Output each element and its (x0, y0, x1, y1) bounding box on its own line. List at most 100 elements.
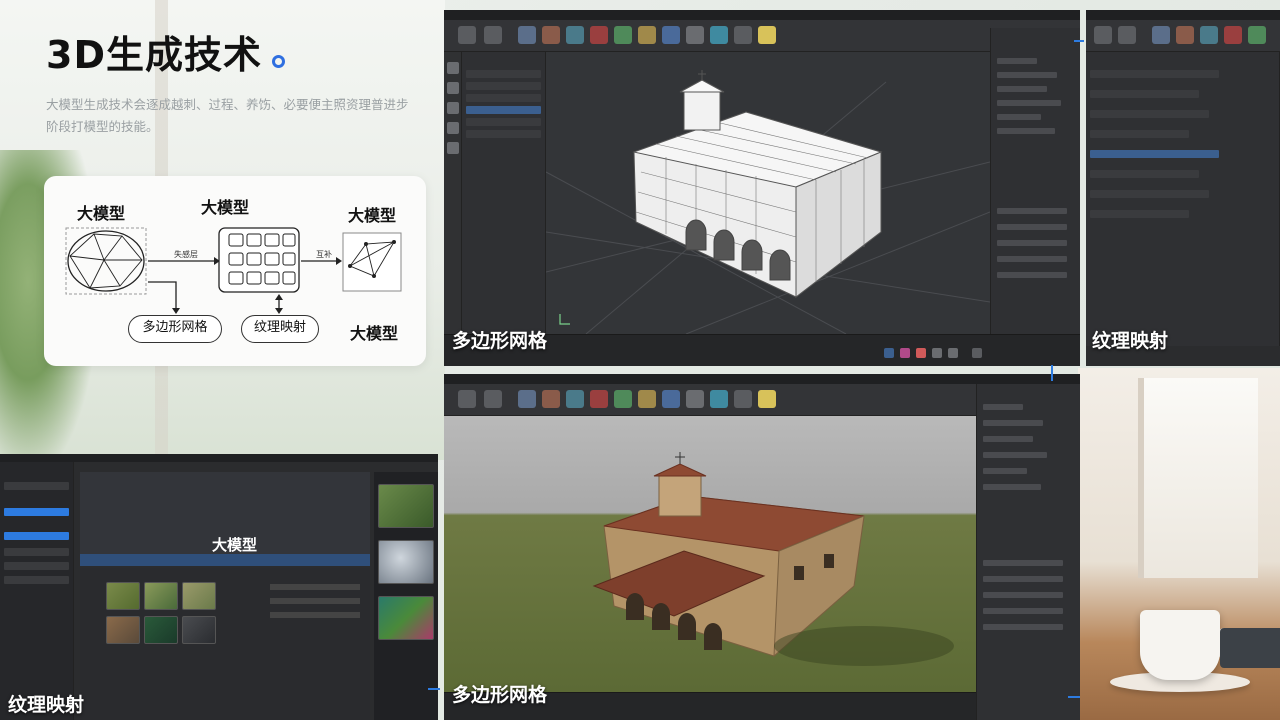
tool-icon[interactable] (1248, 26, 1266, 44)
tool-icon[interactable] (542, 390, 560, 408)
property-row[interactable] (983, 420, 1043, 426)
tool-icon[interactable] (758, 390, 776, 408)
tool-icon[interactable] (686, 26, 704, 44)
outliner-row[interactable] (466, 106, 541, 114)
property-row[interactable] (270, 598, 360, 604)
outliner-row[interactable] (1090, 210, 1189, 218)
property-row[interactable] (997, 100, 1061, 106)
layer-row[interactable] (4, 576, 69, 584)
playback-button[interactable] (884, 348, 894, 358)
property-row[interactable] (270, 584, 360, 590)
tool-icon[interactable] (638, 390, 656, 408)
tool-icon[interactable] (638, 26, 656, 44)
layer-row[interactable] (4, 548, 69, 556)
property-row[interactable] (983, 468, 1027, 474)
property-row[interactable] (983, 624, 1063, 630)
outliner-row[interactable] (1090, 70, 1219, 78)
tool-icon[interactable] (566, 26, 584, 44)
tool-icon[interactable] (518, 390, 536, 408)
tool-icon[interactable] (662, 26, 680, 44)
side-tool-icon[interactable] (447, 122, 459, 134)
tool-icon[interactable] (662, 390, 680, 408)
layer-row[interactable] (4, 508, 69, 516)
side-tool-icon[interactable] (447, 142, 459, 154)
outliner-row[interactable] (1090, 150, 1219, 158)
outliner-row[interactable] (1090, 90, 1199, 98)
tool-icon[interactable] (758, 26, 776, 44)
tool-icon[interactable] (614, 26, 632, 44)
layer-row[interactable] (4, 482, 69, 490)
outliner-row[interactable] (1090, 190, 1209, 198)
tool-icon[interactable] (710, 390, 728, 408)
property-row[interactable] (997, 86, 1047, 92)
preview-thumbnail[interactable] (378, 596, 434, 640)
property-row[interactable] (983, 436, 1033, 442)
tool-icon[interactable] (518, 26, 536, 44)
property-row[interactable] (997, 208, 1067, 214)
layer-row[interactable] (4, 562, 69, 570)
property-row[interactable] (983, 560, 1063, 566)
property-row[interactable] (997, 272, 1067, 278)
outliner-row[interactable] (466, 118, 541, 126)
property-row[interactable] (983, 576, 1063, 582)
property-row[interactable] (997, 240, 1067, 246)
property-row[interactable] (997, 256, 1067, 262)
preview-thumbnail[interactable] (378, 484, 434, 528)
texture-thumbnail[interactable] (182, 616, 216, 644)
preview-thumbnail[interactable] (378, 540, 434, 584)
property-row[interactable] (270, 612, 360, 618)
tool-icon[interactable] (1152, 26, 1170, 44)
tool-icon[interactable] (1118, 26, 1136, 44)
playback-button[interactable] (972, 348, 982, 358)
tool-icon[interactable] (1176, 26, 1194, 44)
tool-icon[interactable] (686, 390, 704, 408)
tool-icon[interactable] (542, 26, 560, 44)
tool-icon[interactable] (484, 390, 502, 408)
property-row[interactable] (997, 224, 1067, 230)
playback-button[interactable] (900, 348, 910, 358)
tool-icon[interactable] (458, 390, 476, 408)
tool-icon[interactable] (458, 26, 476, 44)
property-row[interactable] (983, 484, 1041, 490)
tool-icon[interactable] (484, 26, 502, 44)
side-tool-icon[interactable] (447, 102, 459, 114)
property-row[interactable] (983, 592, 1063, 598)
texture-thumbnail[interactable] (144, 582, 178, 610)
tool-icon[interactable] (1200, 26, 1218, 44)
property-row[interactable] (983, 404, 1023, 410)
tool-icon[interactable] (734, 390, 752, 408)
texture-thumbnail[interactable] (106, 616, 140, 644)
playback-button[interactable] (916, 348, 926, 358)
outliner-row[interactable] (466, 70, 541, 78)
3d-viewport[interactable] (546, 52, 990, 334)
side-tool-icon[interactable] (447, 82, 459, 94)
side-tool-icon[interactable] (447, 62, 459, 74)
property-row[interactable] (983, 608, 1063, 614)
property-row[interactable] (997, 114, 1041, 120)
layer-row[interactable] (4, 532, 69, 540)
playback-button[interactable] (932, 348, 942, 358)
tool-icon[interactable] (590, 390, 608, 408)
tool-icon[interactable] (590, 26, 608, 44)
property-row[interactable] (983, 452, 1047, 458)
tool-icon[interactable] (1224, 26, 1242, 44)
outliner-row[interactable] (1090, 110, 1209, 118)
tool-icon[interactable] (614, 390, 632, 408)
outliner-row[interactable] (466, 130, 541, 138)
texture-thumbnail[interactable] (182, 582, 216, 610)
tool-icon[interactable] (566, 390, 584, 408)
tool-icon[interactable] (734, 26, 752, 44)
outliner-row[interactable] (1090, 170, 1199, 178)
tool-icon[interactable] (1094, 26, 1112, 44)
outliner-row[interactable] (466, 82, 541, 90)
outliner-row[interactable] (1090, 130, 1189, 138)
property-row[interactable] (997, 72, 1057, 78)
playback-button[interactable] (948, 348, 958, 358)
texture-thumbnail[interactable] (144, 616, 178, 644)
property-row[interactable] (997, 58, 1037, 64)
outliner-row[interactable] (466, 94, 541, 102)
3d-viewport-textured[interactable] (444, 416, 976, 692)
property-row[interactable] (997, 128, 1055, 134)
tool-icon[interactable] (710, 26, 728, 44)
texture-thumbnail[interactable] (106, 582, 140, 610)
